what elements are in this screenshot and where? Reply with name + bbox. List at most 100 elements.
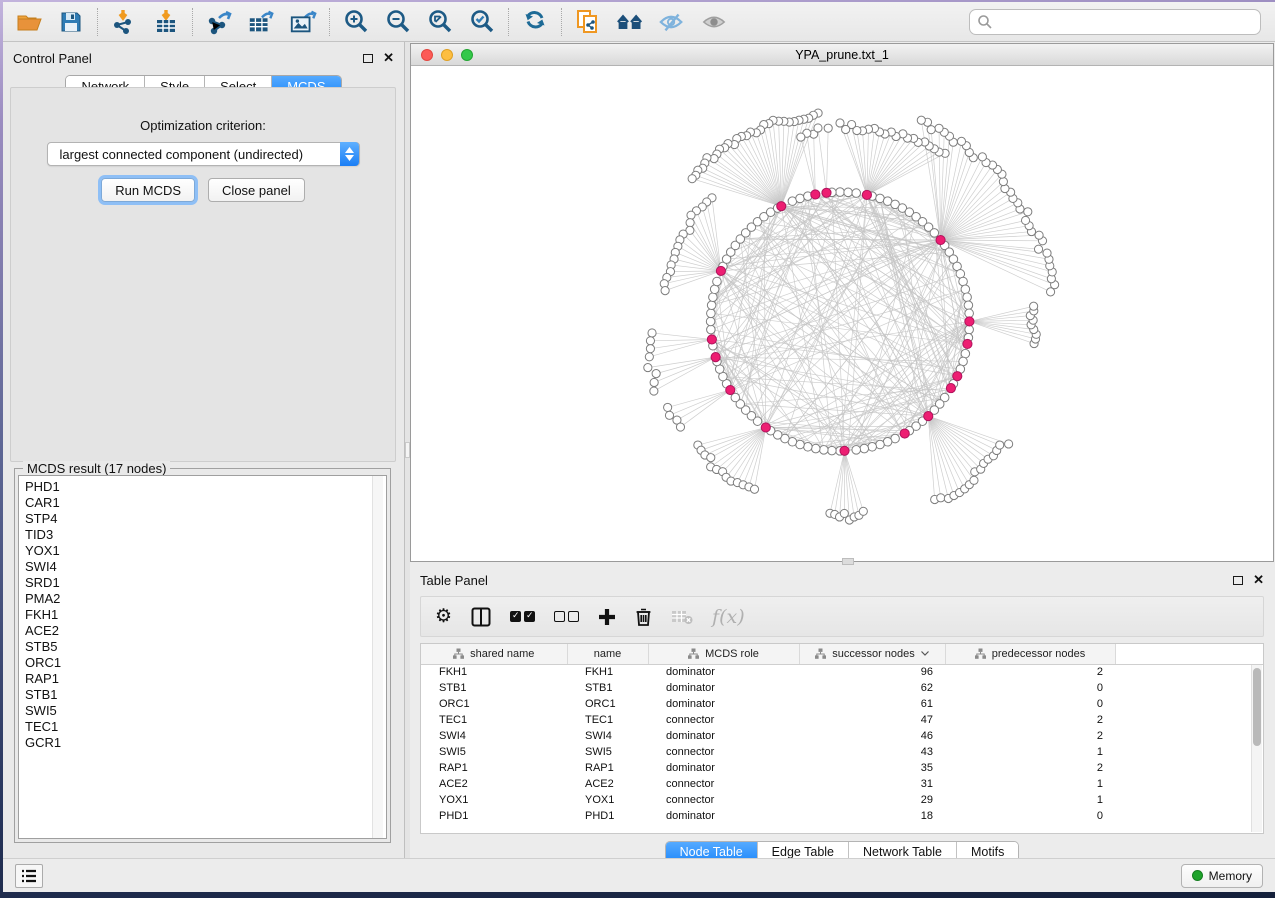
zoom-in-icon[interactable] [342, 8, 370, 36]
cell-predecessor_nodes[interactable]: 0 [945, 680, 1115, 696]
select-all-columns-icon[interactable] [510, 604, 535, 630]
memory-button[interactable]: Memory [1181, 864, 1263, 888]
graph-satellite-node[interactable] [661, 287, 669, 295]
graph-node[interactable] [713, 277, 722, 286]
cell-mcds_role[interactable]: dominator [648, 808, 799, 824]
graph-hub-node[interactable] [953, 372, 962, 381]
graph-node[interactable] [820, 446, 829, 455]
graph-hub-node[interactable] [900, 429, 909, 438]
graph-node[interactable] [965, 325, 974, 334]
export-network-icon[interactable] [205, 8, 233, 36]
mcds-result-item[interactable]: RAP1 [25, 671, 386, 687]
cell-predecessor_nodes[interactable]: 0 [945, 696, 1115, 712]
mcds-result-item[interactable]: GCR1 [25, 735, 386, 751]
zoom-fit-icon[interactable] [426, 8, 454, 36]
cell-predecessor_nodes[interactable]: 2 [945, 760, 1115, 776]
delete-column-icon[interactable] [635, 604, 652, 630]
table-row[interactable]: TEC1TEC1connector472 [421, 712, 1263, 728]
graph-node[interactable] [707, 325, 716, 334]
column-header-predecessor-nodes[interactable]: predecessor nodes [945, 644, 1115, 664]
import-network-icon[interactable] [110, 8, 138, 36]
show-all-icon[interactable] [700, 8, 728, 36]
graph-hub-node[interactable] [946, 384, 955, 393]
graph-node[interactable] [811, 444, 820, 453]
search-input[interactable] [969, 9, 1261, 35]
cell-mcds_role[interactable]: connector [648, 792, 799, 808]
cell-predecessor_nodes[interactable]: 1 [945, 744, 1115, 760]
graph-satellite-node[interactable] [1034, 245, 1042, 253]
cell-name[interactable]: SWI4 [567, 728, 648, 744]
cell-shared_name[interactable]: FKH1 [421, 664, 567, 680]
table-row[interactable]: SWI5SWI5connector431 [421, 744, 1263, 760]
graph-node[interactable] [804, 443, 813, 452]
graph-node[interactable] [710, 285, 719, 294]
table-row[interactable]: ACE2ACE2connector311 [421, 776, 1263, 792]
graph-satellite-node[interactable] [917, 116, 925, 124]
graph-satellite-node[interactable] [937, 494, 945, 502]
graph-satellite-node[interactable] [1043, 249, 1051, 257]
graph-satellite-node[interactable] [999, 177, 1007, 185]
table-row[interactable]: RAP1RAP1dominator352 [421, 760, 1263, 776]
table-row[interactable]: YOX1YOX1connector291 [421, 792, 1263, 808]
graph-satellite-node[interactable] [1024, 208, 1032, 216]
table-row[interactable]: PHD1PHD1dominator180 [421, 808, 1263, 824]
graph-hub-node[interactable] [811, 190, 820, 199]
cell-successor_nodes[interactable]: 29 [799, 792, 945, 808]
task-history-button[interactable] [15, 864, 43, 888]
graph-hub-node[interactable] [963, 339, 972, 348]
cell-predecessor_nodes[interactable]: 1 [945, 792, 1115, 808]
table-row[interactable]: FKH1FKH1dominator962 [421, 664, 1263, 680]
mcds-result-item[interactable]: CAR1 [25, 495, 386, 511]
graph-satellite-node[interactable] [978, 153, 986, 161]
cell-shared_name[interactable]: SWI5 [421, 744, 567, 760]
mcds-result-item[interactable]: SRD1 [25, 575, 386, 591]
node-table[interactable]: shared namenameMCDS rolesuccessor nodesp… [421, 644, 1263, 824]
import-table-icon[interactable] [152, 8, 180, 36]
graph-node[interactable] [707, 309, 716, 318]
graph-node[interactable] [836, 188, 845, 197]
graph-satellite-node[interactable] [644, 364, 652, 372]
graph-node[interactable] [965, 309, 974, 318]
mcds-result-item[interactable]: TID3 [25, 527, 386, 543]
run-mcds-button[interactable]: Run MCDS [101, 178, 195, 202]
table-row[interactable]: STB1STB1dominator620 [421, 680, 1263, 696]
cell-name[interactable]: RAP1 [567, 760, 648, 776]
graph-satellite-node[interactable] [935, 124, 943, 132]
graph-node[interactable] [852, 446, 861, 455]
graph-satellite-node[interactable] [814, 124, 822, 132]
graph-satellite-node[interactable] [750, 485, 758, 493]
graph-satellite-node[interactable] [688, 175, 696, 183]
graph-satellite-node[interactable] [646, 345, 654, 353]
float-table-panel-icon[interactable] [1233, 576, 1243, 585]
graph-satellite-node[interactable] [1021, 216, 1029, 224]
zoom-out-icon[interactable] [384, 8, 412, 36]
cell-predecessor_nodes[interactable]: 2 [945, 728, 1115, 744]
graph-node[interactable] [868, 443, 877, 452]
horizontal-splitter-handle[interactable] [842, 558, 854, 565]
cell-successor_nodes[interactable]: 61 [799, 696, 945, 712]
cell-mcds_role[interactable]: connector [648, 744, 799, 760]
mcds-result-item[interactable]: YOX1 [25, 543, 386, 559]
cell-shared_name[interactable]: PHD1 [421, 808, 567, 824]
table-settings-gear-icon[interactable]: ⚙ [435, 604, 452, 630]
cell-shared_name[interactable]: STB1 [421, 680, 567, 696]
graph-satellite-node[interactable] [797, 133, 805, 141]
graph-satellite-node[interactable] [652, 370, 660, 378]
graph-satellite-node[interactable] [645, 353, 653, 361]
cell-predecessor_nodes[interactable]: 1 [945, 776, 1115, 792]
graph-hub-node[interactable] [716, 266, 725, 275]
cell-name[interactable]: SWI5 [567, 744, 648, 760]
open-folder-icon[interactable] [15, 8, 43, 36]
graph-satellite-node[interactable] [687, 211, 695, 219]
graph-node[interactable] [964, 301, 973, 310]
cell-successor_nodes[interactable]: 18 [799, 808, 945, 824]
column-header-successor-nodes[interactable]: successor nodes [799, 644, 945, 664]
graph-satellite-node[interactable] [1005, 440, 1013, 448]
graph-node[interactable] [852, 189, 861, 198]
cell-name[interactable]: YOX1 [567, 792, 648, 808]
graph-satellite-node[interactable] [664, 403, 672, 411]
cell-mcds_role[interactable]: dominator [648, 728, 799, 744]
graph-hub-node[interactable] [924, 412, 933, 421]
unselect-all-columns-icon[interactable] [554, 604, 579, 630]
float-panel-icon[interactable] [363, 54, 373, 63]
